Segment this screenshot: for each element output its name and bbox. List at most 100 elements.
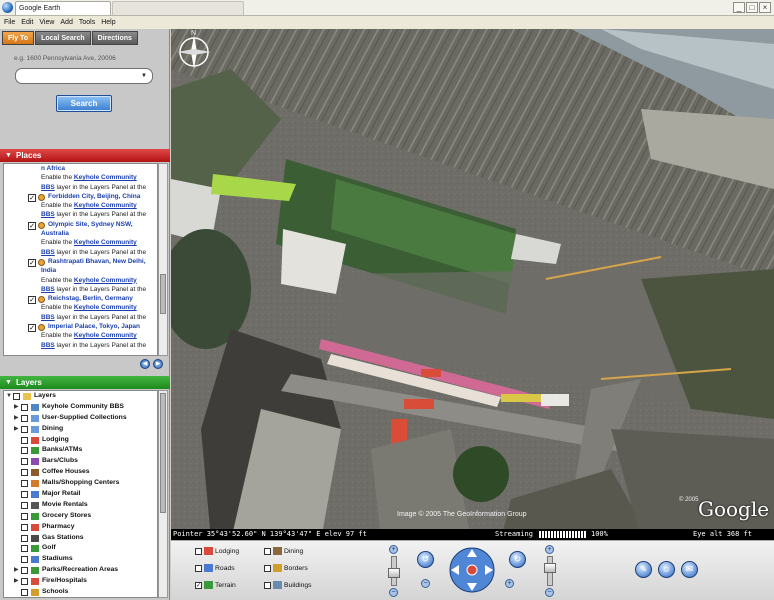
layer-checkbox[interactable] [21, 556, 28, 564]
tilt-slider-knob[interactable] [544, 563, 556, 573]
layer-checkbox[interactable] [21, 545, 28, 553]
layer-checkbox[interactable] [21, 403, 28, 411]
expand-icon[interactable]: ▶ [14, 424, 19, 435]
layer-item[interactable]: Coffee Houses [4, 467, 157, 478]
layer-checkbox[interactable] [21, 523, 28, 531]
quick-layer-checkbox[interactable] [195, 547, 202, 555]
layer-item[interactable]: ▶ Fire/Hospitals [4, 576, 157, 587]
layer-checkbox[interactable] [21, 469, 28, 477]
expand-icon[interactable]: ▶ [14, 565, 19, 576]
layer-item[interactable]: ▶ Dining [4, 424, 157, 435]
place-name[interactable]: Forbidden City, Beijing, China [41, 193, 140, 200]
layers-scrollbar[interactable] [158, 390, 168, 598]
zoom-in-icon[interactable]: + [389, 545, 398, 554]
quick-layer-checkbox[interactable]: ✓ [195, 581, 202, 589]
tilt-up-icon[interactable]: + [545, 545, 554, 554]
layer-item[interactable]: ▼ Layers [4, 391, 157, 402]
expand-icon[interactable]: ▶ [14, 413, 19, 424]
place-row[interactable]: ✓ Reichstag, Berlin, Germany [4, 294, 157, 305]
keyhole-link[interactable]: Keyhole Community [74, 174, 137, 181]
place-row[interactable]: ✓ Imperial Palace, Tokyo, Japan [4, 322, 157, 333]
layer-item[interactable]: Pharmacy [4, 522, 157, 533]
prev-icon[interactable]: ◀ [140, 359, 150, 369]
navigation-pad[interactable] [447, 545, 497, 595]
layer-item[interactable]: ▶ Keyhole Community BBS [4, 402, 157, 413]
layer-checkbox[interactable] [21, 589, 28, 597]
tab-local-search[interactable]: Local Search [35, 31, 91, 45]
layer-checkbox[interactable] [13, 393, 20, 400]
layer-checkbox[interactable] [21, 436, 28, 444]
compass-icon[interactable]: N [171, 29, 217, 75]
zoom-out-icon[interactable]: − [389, 588, 398, 597]
bbs-link[interactable]: BBS [41, 286, 55, 293]
place-checkbox[interactable]: ✓ [28, 258, 36, 267]
quick-layer-checkbox[interactable] [264, 547, 271, 555]
collapse-triangle-icon[interactable]: ▼ [5, 149, 12, 162]
expand-icon[interactable]: ▶ [14, 576, 19, 587]
place-name[interactable]: n Africa [41, 165, 65, 172]
place-name[interactable]: Olympic Site, Sydney NSW, Australia [41, 221, 133, 237]
menu-tools[interactable]: Tools [79, 16, 95, 29]
place-checkbox[interactable]: ✓ [28, 221, 36, 230]
layer-checkbox[interactable] [21, 447, 28, 455]
bbs-link[interactable]: BBS [41, 249, 55, 256]
place-row[interactable]: ✓ Olympic Site, Sydney NSW, Australia [4, 220, 157, 239]
fly-to-input[interactable]: ▼ [15, 68, 153, 84]
layer-item[interactable]: Grocery Stores [4, 511, 157, 522]
quick-layer-dining[interactable]: Dining [264, 547, 303, 555]
keyhole-link[interactable]: Keyhole Community [74, 277, 137, 284]
quick-layer-checkbox[interactable] [264, 581, 271, 589]
place-name[interactable]: Rashtrapati Bhavan, New Delhi, India [41, 258, 146, 274]
menu-view[interactable]: View [39, 16, 54, 29]
bbs-link[interactable]: BBS [41, 342, 55, 349]
layer-item[interactable]: Bars/Clubs [4, 456, 157, 467]
layer-checkbox[interactable] [21, 414, 28, 422]
bbs-link[interactable]: BBS [41, 211, 55, 218]
layer-checkbox[interactable] [21, 501, 28, 509]
layer-item[interactable]: Golf [4, 543, 157, 554]
layer-item[interactable]: ▶ Parks/Recreation Areas [4, 565, 157, 576]
layer-checkbox[interactable] [21, 512, 28, 520]
layer-item[interactable]: Major Retail [4, 489, 157, 500]
email-icon[interactable]: ✉ [681, 561, 698, 578]
layer-checkbox[interactable] [21, 480, 28, 488]
quick-layer-terrain[interactable]: ✓ Terrain [195, 581, 236, 589]
keyhole-link[interactable]: Keyhole Community [74, 202, 137, 209]
quick-layer-borders[interactable]: Borders [264, 564, 308, 572]
layer-checkbox[interactable] [21, 458, 28, 466]
menu-add[interactable]: Add [60, 16, 72, 29]
layer-checkbox[interactable] [21, 425, 28, 433]
quick-layer-checkbox[interactable] [195, 564, 202, 572]
menu-edit[interactable]: Edit [21, 16, 33, 29]
print-icon[interactable]: ✎ [635, 561, 652, 578]
layer-item[interactable]: Lodging [4, 435, 157, 446]
expand-icon[interactable]: ▼ [6, 391, 12, 402]
place-name[interactable]: Reichstag, Berlin, Germany [41, 295, 133, 302]
next-icon[interactable]: ▶ [153, 359, 163, 369]
menu-file[interactable]: File [4, 16, 15, 29]
tab-directions[interactable]: Directions [91, 31, 138, 45]
scroll-thumb[interactable] [160, 393, 166, 513]
layers-header[interactable]: ▼ Layers [0, 376, 170, 389]
keyhole-link[interactable]: Keyhole Community [74, 304, 137, 311]
layer-checkbox[interactable] [21, 491, 28, 499]
dropdown-arrow-icon[interactable]: ▼ [141, 73, 147, 79]
quick-layer-checkbox[interactable] [264, 564, 271, 572]
places-header[interactable]: ▼ Places [0, 149, 170, 162]
menu-help[interactable]: Help [101, 16, 115, 29]
place-name[interactable]: Imperial Palace, Tokyo, Japan [41, 323, 140, 330]
rotate-right-icon[interactable]: ↻ [509, 551, 526, 568]
bbs-link[interactable]: BBS [41, 314, 55, 321]
keyhole-link[interactable]: Keyhole Community [74, 332, 137, 339]
scroll-thumb[interactable] [160, 274, 166, 314]
layer-checkbox[interactable] [21, 567, 28, 575]
zoom-slider-knob[interactable] [388, 568, 400, 578]
places-scrollbar[interactable] [158, 163, 168, 356]
bbs-link[interactable]: BBS [41, 184, 55, 191]
layer-item[interactable]: ▶ User-Supplied Collections [4, 413, 157, 424]
quick-layer-buildings[interactable]: Buildings [264, 581, 312, 589]
minimize-button[interactable]: _ [733, 2, 745, 13]
collapse-triangle-icon[interactable]: ▼ [5, 376, 12, 389]
layer-item[interactable]: Movie Rentals [4, 500, 157, 511]
layer-item[interactable]: Schools [4, 587, 157, 597]
